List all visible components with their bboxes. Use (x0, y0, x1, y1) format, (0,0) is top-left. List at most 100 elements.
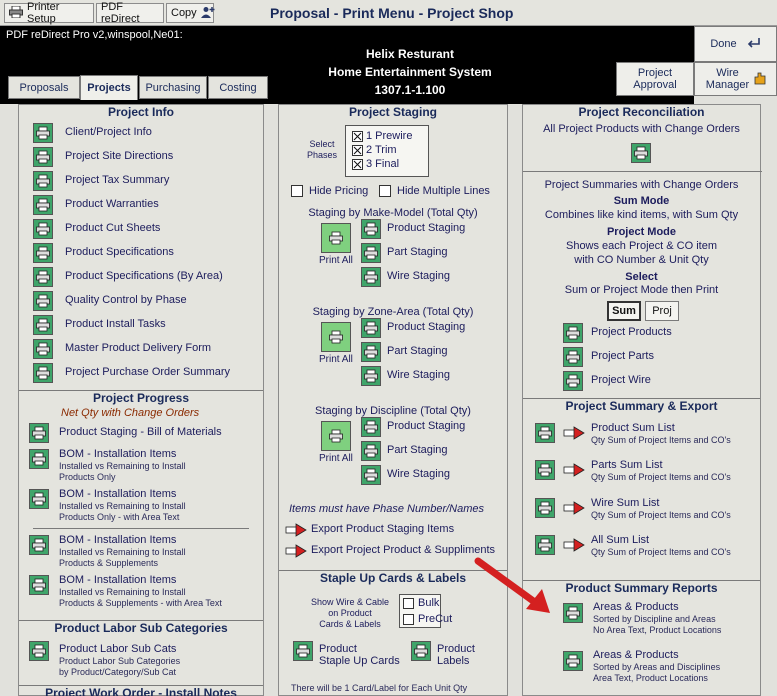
hide-pricing-checkbox[interactable] (291, 185, 303, 197)
printer-icon[interactable] (33, 195, 53, 215)
phase-checkbox[interactable] (352, 145, 363, 156)
pdf-redirect-button[interactable]: PDF reDirect (96, 1, 164, 25)
project-info-link[interactable]: Project Purchase Order Summary (65, 366, 230, 378)
product-staging-link[interactable]: Product Staging (387, 222, 465, 234)
project-info-link[interactable]: Product Cut Sheets (65, 222, 160, 234)
reconciliation-link[interactable]: Project Products (591, 326, 672, 338)
printer-icon[interactable] (563, 323, 583, 343)
printer-setup-button[interactable]: Printer Setup (4, 1, 94, 25)
part-staging-link[interactable]: Part Staging (387, 246, 448, 258)
wire-staging-link[interactable]: Wire Staging (387, 270, 450, 282)
bulk-checkbox[interactable] (403, 598, 414, 609)
export-staging-link[interactable]: Export Product Staging Items (311, 523, 454, 535)
bom-link[interactable]: BOM - Installation Items (59, 574, 176, 586)
printer-icon[interactable] (563, 371, 583, 391)
printer-icon[interactable] (563, 347, 583, 367)
printer-icon[interactable] (29, 641, 49, 661)
printer-icon[interactable] (361, 417, 381, 437)
printer-icon[interactable] (563, 603, 583, 623)
sum-button[interactable]: Sum (607, 301, 641, 321)
export-arrow-icon[interactable] (563, 424, 585, 442)
printer-icon[interactable] (361, 441, 381, 461)
areas-products-link[interactable]: Areas & Products (593, 649, 679, 661)
areas-products-link[interactable]: Areas & Products (593, 601, 679, 613)
printer-icon[interactable] (321, 421, 351, 451)
phase-checkbox[interactable] (352, 131, 363, 142)
sum-list-link[interactable]: Wire Sum List (591, 497, 659, 509)
project-info-link[interactable]: Project Tax Summary (65, 174, 169, 186)
product-labels-link[interactable]: Product Labels (437, 643, 475, 667)
printer-icon[interactable] (535, 535, 555, 555)
labor-sub-cats-link[interactable]: Product Labor Sub Cats (59, 643, 176, 655)
project-info-link[interactable]: Product Warranties (65, 198, 159, 210)
printer-icon[interactable] (29, 423, 49, 443)
project-info-link[interactable]: Client/Project Info (65, 126, 152, 138)
bom-link[interactable]: BOM - Installation Items (59, 448, 176, 460)
printer-icon[interactable] (631, 143, 651, 163)
printer-icon[interactable] (361, 267, 381, 287)
printer-icon[interactable] (33, 363, 53, 383)
printer-icon[interactable] (411, 641, 431, 661)
bom-link[interactable]: BOM - Installation Items (59, 534, 176, 546)
project-info-link[interactable]: Project Site Directions (65, 150, 173, 162)
export-arrow-icon[interactable] (285, 542, 307, 560)
bom-link[interactable]: BOM - Installation Items (59, 488, 176, 500)
printer-icon[interactable] (361, 243, 381, 263)
phase-checkbox[interactable] (352, 159, 363, 170)
proj-button[interactable]: Proj (645, 301, 679, 321)
export-arrow-icon[interactable] (563, 536, 585, 554)
reconciliation-link[interactable]: Project Parts (591, 350, 654, 362)
precut-checkbox[interactable] (403, 614, 414, 625)
done-button[interactable]: Done (694, 26, 777, 62)
printer-icon[interactable] (33, 219, 53, 239)
printer-icon[interactable] (563, 651, 583, 671)
printer-icon[interactable] (33, 315, 53, 335)
wire-staging-link[interactable]: Wire Staging (387, 369, 450, 381)
wire-manager-button[interactable]: Wire Manager (694, 62, 777, 96)
copy-button[interactable]: Copy (166, 3, 215, 23)
printer-icon[interactable] (535, 498, 555, 518)
export-arrow-icon[interactable] (563, 461, 585, 479)
product-staging-link[interactable]: Product Staging (387, 321, 465, 333)
printer-icon[interactable] (361, 465, 381, 485)
project-info-link[interactable]: Product Specifications (65, 246, 174, 258)
hide-multiple-checkbox[interactable] (379, 185, 391, 197)
export-arrow-icon[interactable] (563, 499, 585, 517)
printer-icon[interactable] (321, 223, 351, 253)
bill-of-materials-link[interactable]: Product Staging - Bill of Materials (59, 426, 222, 438)
sum-list-link[interactable]: Product Sum List (591, 422, 675, 434)
printer-icon[interactable] (535, 460, 555, 480)
project-info-link[interactable]: Product Install Tasks (65, 318, 166, 330)
project-info-link[interactable]: Master Product Delivery Form (65, 342, 211, 354)
printer-icon[interactable] (361, 219, 381, 239)
product-staging-link[interactable]: Product Staging (387, 420, 465, 432)
wire-staging-link[interactable]: Wire Staging (387, 468, 450, 480)
printer-icon[interactable] (33, 171, 53, 191)
tab-proposals[interactable]: Proposals (8, 76, 80, 99)
sum-list-link[interactable]: Parts Sum List (591, 459, 663, 471)
printer-icon[interactable] (321, 322, 351, 352)
printer-icon[interactable] (33, 123, 53, 143)
printer-icon[interactable] (29, 449, 49, 469)
printer-icon[interactable] (33, 243, 53, 263)
printer-icon[interactable] (361, 318, 381, 338)
part-staging-link[interactable]: Part Staging (387, 444, 448, 456)
tab-projects[interactable]: Projects (80, 75, 138, 100)
printer-icon[interactable] (29, 535, 49, 555)
part-staging-link[interactable]: Part Staging (387, 345, 448, 357)
printer-icon[interactable] (33, 147, 53, 167)
printer-icon[interactable] (33, 291, 53, 311)
project-approval-button[interactable]: Project Approval (616, 62, 694, 96)
project-info-link[interactable]: Quality Control by Phase (65, 294, 187, 306)
printer-icon[interactable] (361, 366, 381, 386)
tab-costing[interactable]: Costing (208, 76, 268, 99)
reconciliation-link[interactable]: Project Wire (591, 374, 651, 386)
sum-list-link[interactable]: All Sum List (591, 534, 649, 546)
staple-cards-link[interactable]: Product Staple Up Cards (319, 643, 400, 667)
printer-icon[interactable] (33, 267, 53, 287)
printer-icon[interactable] (29, 575, 49, 595)
printer-icon[interactable] (361, 342, 381, 362)
export-suppliments-link[interactable]: Export Project Product & Suppliments (311, 544, 495, 556)
printer-icon[interactable] (29, 489, 49, 509)
export-arrow-icon[interactable] (285, 521, 307, 539)
